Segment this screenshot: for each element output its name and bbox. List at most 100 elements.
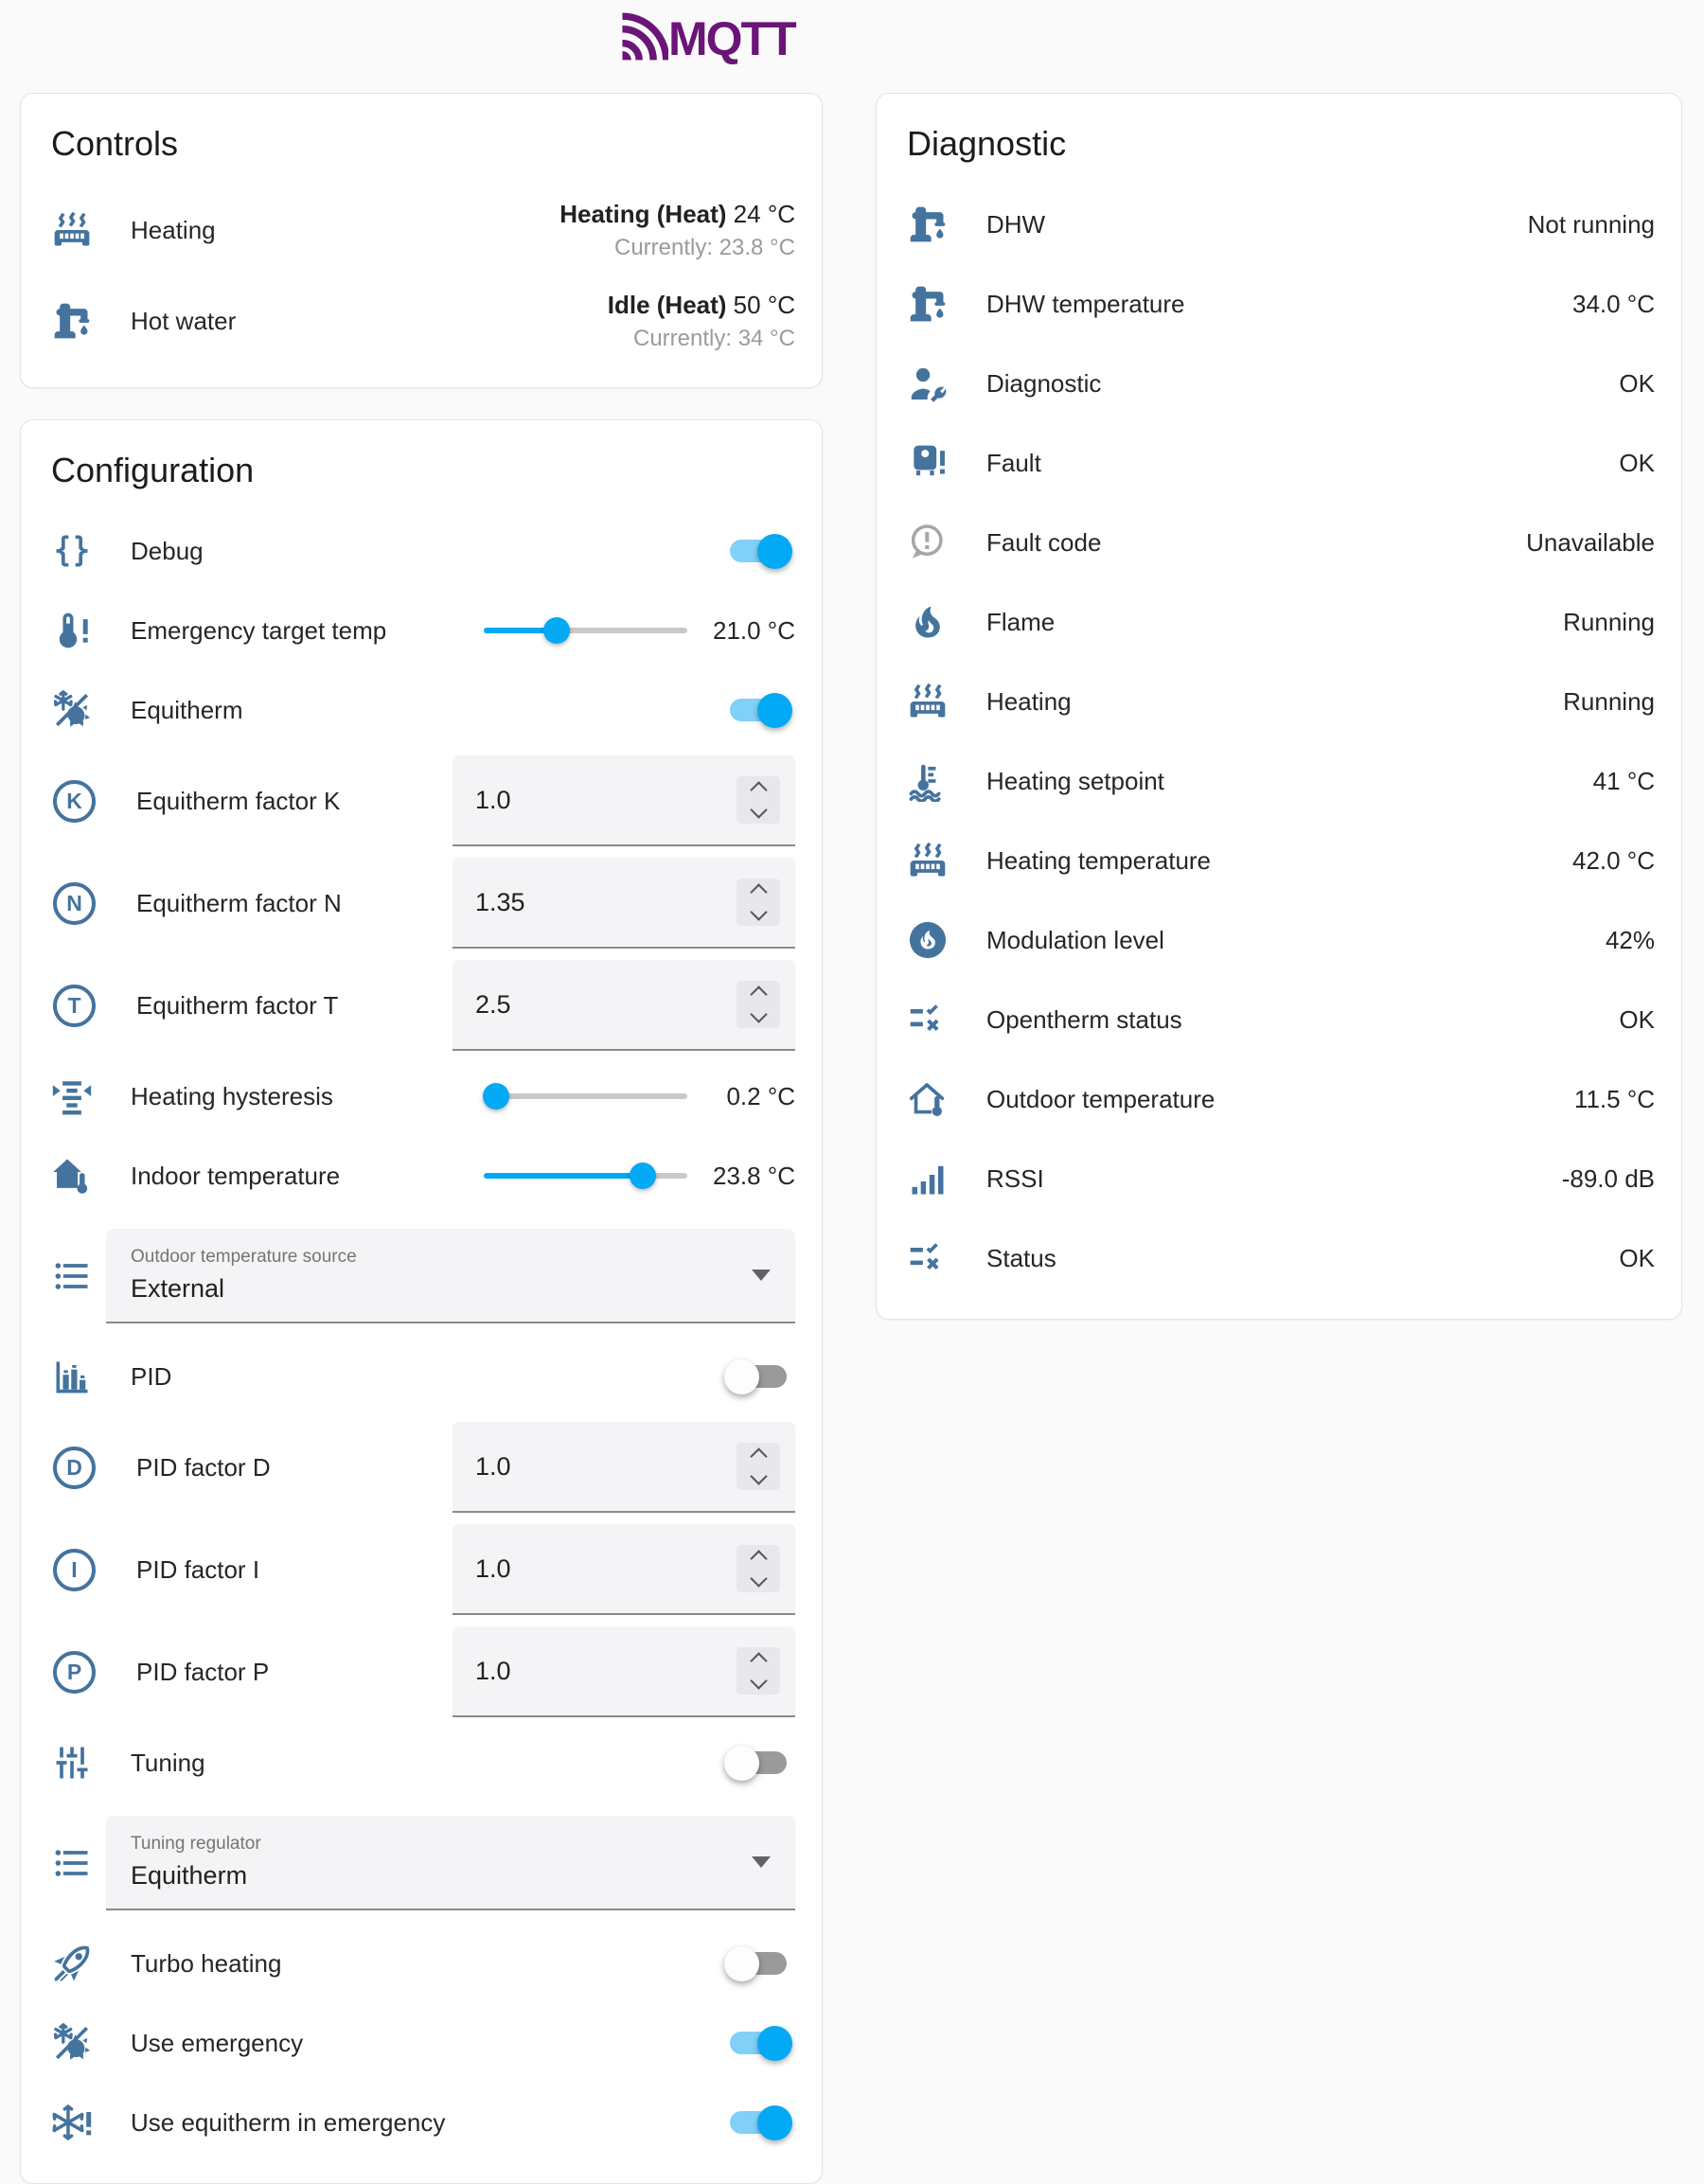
- sensor-row-heating-temperature[interactable]: Heating temperature 42.0 °C: [905, 821, 1655, 900]
- select-outdoor-temperature-source[interactable]: Outdoor temperature source External: [106, 1229, 795, 1323]
- water-pump-icon: [907, 283, 949, 325]
- toggle-use-emergency[interactable]: [729, 2026, 788, 2060]
- sensor-row-status[interactable]: Status OK: [905, 1218, 1655, 1298]
- slider-thumb[interactable]: [543, 617, 570, 644]
- sensor-row-label: Outdoor temperature: [986, 1085, 1574, 1114]
- stepper-down-icon[interactable]: [750, 801, 767, 818]
- config-row-use-emergency: Use emergency: [49, 2003, 795, 2083]
- chat-alert-icon: [907, 522, 949, 563]
- sun-snowflake-icon: [51, 2022, 93, 2064]
- sensor-row-outdoor-temperature[interactable]: Outdoor temperature 11.5 °C: [905, 1059, 1655, 1139]
- sensor-row-flame[interactable]: Flame Running: [905, 582, 1655, 662]
- sensor-row-dhw-temperature[interactable]: DHW temperature 34.0 °C: [905, 264, 1655, 344]
- slider-heating-hysteresis[interactable]: [484, 1077, 687, 1115]
- config-row-outdoor-temperature-source: Outdoor temperature source External: [49, 1216, 795, 1337]
- stepper-pid-factor-i[interactable]: [737, 1545, 780, 1592]
- control-row-heating[interactable]: Heating Heating (Heat) 24 °C Currently: …: [49, 185, 795, 275]
- stepper-equitherm-factor-k[interactable]: [737, 776, 780, 824]
- sensor-row-value: -89.0 dB: [1562, 1164, 1655, 1194]
- diagnostic-card: Diagnostic DHW Not running DHW temperatu…: [876, 93, 1682, 1320]
- stepper-down-icon[interactable]: [750, 903, 767, 920]
- account-wrench-icon: [907, 363, 949, 404]
- sensor-row-diagnostic[interactable]: Diagnostic OK: [905, 344, 1655, 423]
- slider-thumb[interactable]: [483, 1083, 509, 1110]
- config-row-equitherm-factor-k: K Equitherm factor K 1.0: [49, 750, 795, 852]
- home-thermometer-outline-icon: [907, 1078, 949, 1120]
- toggle-thumb: [724, 1359, 759, 1394]
- stepper-down-icon[interactable]: [750, 1467, 767, 1484]
- toggle-turbo-heating[interactable]: [729, 1946, 788, 1980]
- sensor-row-fault[interactable]: Fault OK: [905, 423, 1655, 503]
- number-input-equitherm-factor-t[interactable]: 2.5: [453, 960, 795, 1051]
- stepper-equitherm-factor-t[interactable]: [737, 981, 780, 1028]
- select-tuning-regulator[interactable]: Tuning regulator Equitherm: [106, 1816, 795, 1910]
- stepper-pid-factor-p[interactable]: [737, 1647, 780, 1695]
- tune-vertical-icon: [51, 1742, 93, 1784]
- sensor-row-label: Modulation level: [986, 926, 1606, 955]
- alpha-i-circle-icon: I: [53, 1549, 96, 1591]
- config-row-label: Use emergency: [131, 2029, 729, 2058]
- config-row-label: Use equitherm in emergency: [131, 2108, 729, 2138]
- number-input-value: 1.0: [475, 786, 737, 815]
- slider-thumb[interactable]: [630, 1163, 656, 1189]
- sensor-row-opentherm-status[interactable]: Opentherm status OK: [905, 980, 1655, 1059]
- sensor-row-modulation-level[interactable]: Modulation level 42%: [905, 900, 1655, 980]
- climate-state-currently: Currently: 23.8 °C: [559, 235, 795, 261]
- toggle-equitherm[interactable]: [729, 693, 788, 727]
- config-row-pid-factor-d: D PID factor D 1.0: [49, 1416, 795, 1518]
- config-row-label: Heating hysteresis: [131, 1082, 484, 1111]
- stepper-equitherm-factor-n[interactable]: [737, 879, 780, 926]
- toggle-thumb: [724, 1746, 759, 1781]
- snowflake-alert-icon: [51, 2102, 93, 2143]
- select-value: External: [131, 1274, 752, 1304]
- chart-histogram-icon: [51, 1356, 93, 1397]
- number-input-pid-factor-i[interactable]: 1.0: [453, 1524, 795, 1615]
- toggle-tuning[interactable]: [729, 1746, 788, 1780]
- diagnostic-card-title: Diagnostic: [907, 124, 1655, 164]
- stepper-pid-factor-d[interactable]: [737, 1443, 780, 1490]
- control-row-label: Heating: [131, 216, 559, 245]
- sensor-row-rssi[interactable]: RSSI -89.0 dB: [905, 1139, 1655, 1218]
- toggle-debug[interactable]: [729, 534, 788, 568]
- stepper-up-icon[interactable]: [750, 1550, 767, 1567]
- number-input-pid-factor-p[interactable]: 1.0: [453, 1626, 795, 1717]
- sensor-row-fault-code[interactable]: Fault code Unavailable: [905, 503, 1655, 582]
- config-row-debug: Debug: [49, 511, 795, 591]
- stepper-up-icon[interactable]: [750, 985, 767, 1003]
- stepper-down-icon[interactable]: [750, 1672, 767, 1689]
- sensor-row-label: DHW temperature: [986, 290, 1572, 319]
- slider-emergency-target-temp[interactable]: [484, 612, 687, 649]
- hysteresis-icon: [51, 1075, 93, 1117]
- number-input-pid-factor-d[interactable]: 1.0: [453, 1422, 795, 1513]
- stepper-down-icon[interactable]: [750, 1005, 767, 1022]
- mqtt-logo-text: MQTT: [668, 15, 795, 62]
- toggle-use-equitherm-in-emergency[interactable]: [729, 2105, 788, 2140]
- sensor-row-value: 42%: [1606, 926, 1655, 955]
- stepper-up-icon[interactable]: [750, 1652, 767, 1669]
- slider-indoor-temperature[interactable]: [484, 1157, 687, 1195]
- sensor-row-label: Fault code: [986, 528, 1526, 558]
- config-row-label: Emergency target temp: [131, 616, 484, 646]
- sensor-row-value: Running: [1563, 608, 1655, 637]
- sensor-row-value: OK: [1619, 1244, 1655, 1273]
- stepper-up-icon[interactable]: [750, 781, 767, 798]
- config-row-pid: PID: [49, 1337, 795, 1416]
- sensor-row-heating-setpoint[interactable]: Heating setpoint 41 °C: [905, 741, 1655, 821]
- config-row-label: Debug: [131, 537, 729, 566]
- sensor-row-dhw[interactable]: DHW Not running: [905, 185, 1655, 264]
- select-label: Tuning regulator: [131, 1834, 752, 1855]
- stepper-down-icon[interactable]: [750, 1570, 767, 1587]
- control-row-hot-water[interactable]: Hot water Idle (Heat) 50 °C Currently: 3…: [49, 275, 795, 366]
- config-row-label: PID factor D: [136, 1453, 453, 1483]
- config-row-emergency-target-temp: Emergency target temp 21.0 °C: [49, 591, 795, 670]
- config-row-tuning: Tuning: [49, 1723, 795, 1802]
- alpha-t-circle-icon: T: [53, 985, 96, 1027]
- stepper-up-icon[interactable]: [750, 1447, 767, 1465]
- sensor-row-heating[interactable]: Heating Running: [905, 662, 1655, 741]
- slider-track: [484, 1093, 687, 1099]
- mqtt-logo: MQTT: [615, 0, 795, 72]
- stepper-up-icon[interactable]: [750, 883, 767, 900]
- number-input-equitherm-factor-k[interactable]: 1.0: [453, 755, 795, 846]
- number-input-equitherm-factor-n[interactable]: 1.35: [453, 858, 795, 949]
- toggle-pid[interactable]: [729, 1359, 788, 1394]
